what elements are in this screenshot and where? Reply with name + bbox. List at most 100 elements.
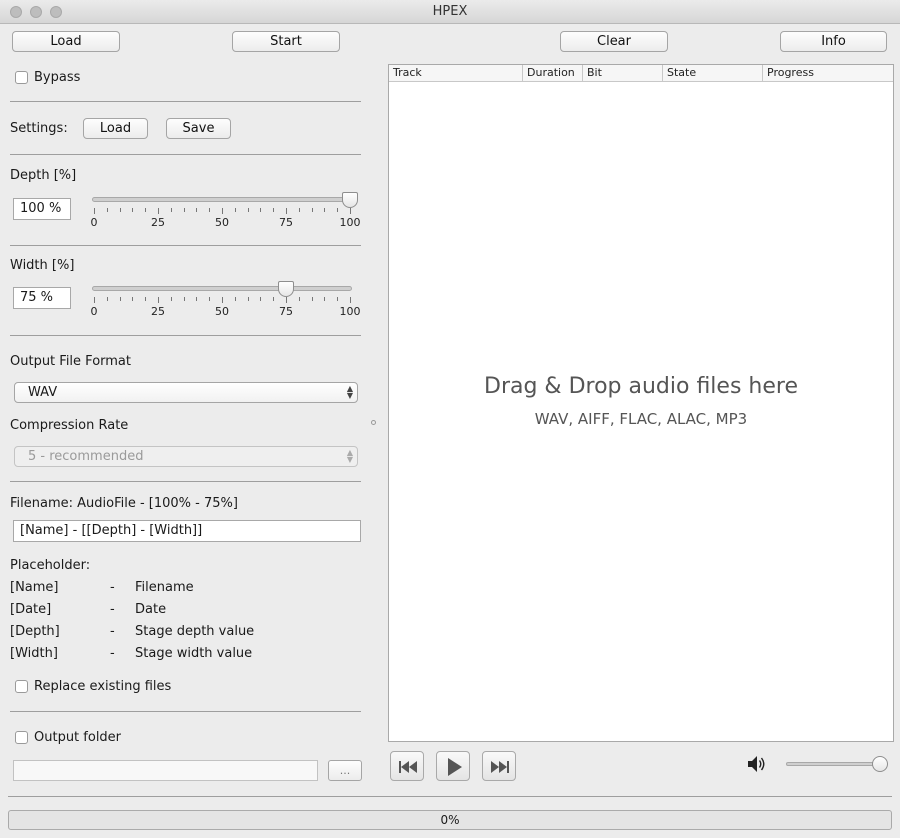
play-button[interactable] bbox=[436, 751, 470, 781]
placeholder-key: [Name] bbox=[10, 580, 59, 595]
load-files-button[interactable]: Load bbox=[12, 31, 120, 52]
window-title: HPEX bbox=[432, 4, 468, 19]
skip-forward-icon bbox=[491, 761, 509, 773]
next-track-button[interactable] bbox=[482, 751, 516, 781]
width-slider-tick bbox=[324, 297, 326, 301]
depth-slider-tick bbox=[94, 208, 95, 214]
width-slider-tick bbox=[106, 297, 108, 301]
depth-slider-tick bbox=[222, 208, 223, 214]
divider bbox=[10, 101, 361, 102]
placeholder-key: [Width] bbox=[10, 646, 58, 661]
depth-slider-tick bbox=[350, 208, 351, 214]
bypass-checkbox[interactable] bbox=[15, 71, 28, 84]
output-format-label: Output File Format bbox=[10, 354, 131, 369]
width-slider-tick bbox=[298, 297, 300, 301]
width-tick-label: 0 bbox=[90, 305, 98, 318]
clear-button[interactable]: Clear bbox=[560, 31, 668, 52]
depth-slider-tick bbox=[106, 208, 108, 212]
placeholder-key: [Depth] bbox=[10, 624, 60, 639]
placeholder-dash: - bbox=[110, 580, 115, 595]
volume-icon bbox=[748, 756, 765, 772]
width-slider-tick bbox=[183, 297, 185, 301]
placeholder-desc: Filename bbox=[135, 580, 194, 595]
width-tick-label: 100 bbox=[339, 305, 361, 318]
start-button[interactable]: Start bbox=[232, 31, 340, 52]
placeholder-dash: - bbox=[110, 646, 115, 661]
column-track[interactable]: Track bbox=[389, 65, 523, 81]
width-slider-tick bbox=[222, 297, 223, 303]
divider bbox=[10, 154, 361, 155]
width-slider-tick bbox=[170, 297, 172, 301]
compression-rate-value: 5 - recommended bbox=[28, 449, 144, 464]
column-progress[interactable]: Progress bbox=[763, 65, 893, 81]
depth-slider-tick bbox=[183, 208, 185, 212]
width-slider-tick bbox=[94, 297, 95, 303]
width-label: Width [%] bbox=[10, 258, 75, 273]
depth-slider-tick bbox=[286, 208, 287, 214]
settings-label: Settings: bbox=[10, 121, 68, 136]
width-slider-tick bbox=[273, 297, 275, 301]
depth-slider-tick bbox=[196, 208, 198, 212]
column-state[interactable]: State bbox=[663, 65, 763, 81]
width-slider-tick bbox=[337, 297, 339, 301]
width-value-field[interactable]: 75 % bbox=[13, 287, 71, 309]
output-format-select[interactable]: WAV ▲ ▼ bbox=[14, 382, 358, 403]
volume-slider-thumb[interactable] bbox=[872, 756, 888, 772]
play-icon bbox=[448, 758, 462, 776]
skip-back-icon bbox=[399, 761, 417, 773]
depth-slider-tick bbox=[337, 208, 339, 212]
settings-load-button[interactable]: Load bbox=[83, 118, 148, 139]
width-slider-track[interactable] bbox=[92, 286, 352, 291]
column-duration[interactable]: Duration bbox=[523, 65, 583, 81]
width-slider-tick bbox=[286, 297, 287, 303]
width-slider-tick bbox=[132, 297, 134, 301]
width-tick-label: 50 bbox=[215, 305, 229, 318]
divider bbox=[10, 335, 361, 336]
width-tick-label: 25 bbox=[151, 305, 165, 318]
volume-slider-track[interactable] bbox=[786, 762, 882, 766]
depth-slider-tick bbox=[298, 208, 300, 212]
width-slider-tick bbox=[119, 297, 121, 301]
previous-track-button[interactable] bbox=[390, 751, 424, 781]
output-folder-path-input[interactable] bbox=[13, 760, 318, 781]
output-folder-label: Output folder bbox=[34, 730, 122, 745]
select-arrows-icon: ▲ ▼ bbox=[346, 384, 353, 400]
compression-rate-select[interactable]: 5 - recommended ▲ ▼ bbox=[14, 446, 358, 467]
filename-preview-label: Filename: AudioFile - [100% - 75%] bbox=[10, 496, 238, 511]
track-list[interactable]: Track Duration Bit State Progress Drag &… bbox=[388, 64, 894, 742]
split-handle-icon[interactable] bbox=[371, 420, 376, 425]
divider bbox=[10, 481, 361, 482]
overall-progress-text: 0% bbox=[440, 813, 460, 827]
width-slider-thumb[interactable] bbox=[278, 281, 294, 297]
depth-slider-track[interactable] bbox=[92, 197, 352, 202]
filename-pattern-input[interactable]: [Name] - [[Depth] - [Width]] bbox=[13, 520, 361, 542]
placeholder-dash: - bbox=[110, 624, 115, 639]
output-format-value: WAV bbox=[28, 385, 58, 400]
placeholder-key: [Date] bbox=[10, 602, 52, 617]
output-folder-checkbox[interactable] bbox=[15, 731, 28, 744]
depth-slider-tick bbox=[119, 208, 121, 212]
depth-slider-tick bbox=[311, 208, 313, 212]
depth-slider-tick bbox=[170, 208, 172, 212]
info-button[interactable]: Info bbox=[780, 31, 887, 52]
depth-value-field[interactable]: 100 % bbox=[13, 198, 71, 220]
placeholder-title: Placeholder: bbox=[10, 558, 91, 573]
width-slider-tick bbox=[260, 297, 262, 301]
column-bit[interactable]: Bit bbox=[583, 65, 663, 81]
depth-tick-label: 0 bbox=[90, 216, 98, 229]
settings-save-button[interactable]: Save bbox=[166, 118, 231, 139]
bypass-label: Bypass bbox=[34, 70, 81, 85]
width-slider-tick bbox=[234, 297, 236, 301]
track-table-header: Track Duration Bit State Progress bbox=[389, 65, 893, 82]
drop-zone-title: Drag & Drop audio files here bbox=[484, 374, 798, 399]
overall-progress-bar: 0% bbox=[8, 810, 892, 830]
depth-tick-label: 50 bbox=[215, 216, 229, 229]
drop-zone-formats: WAV, AIFF, FLAC, ALAC, MP3 bbox=[534, 410, 748, 428]
depth-slider-tick bbox=[247, 208, 249, 212]
depth-slider-thumb[interactable] bbox=[342, 192, 358, 208]
divider bbox=[10, 245, 361, 246]
replace-existing-checkbox[interactable] bbox=[15, 680, 28, 693]
width-slider-tick bbox=[350, 297, 351, 303]
depth-label: Depth [%] bbox=[10, 168, 77, 183]
browse-folder-button[interactable]: ... bbox=[328, 760, 362, 781]
